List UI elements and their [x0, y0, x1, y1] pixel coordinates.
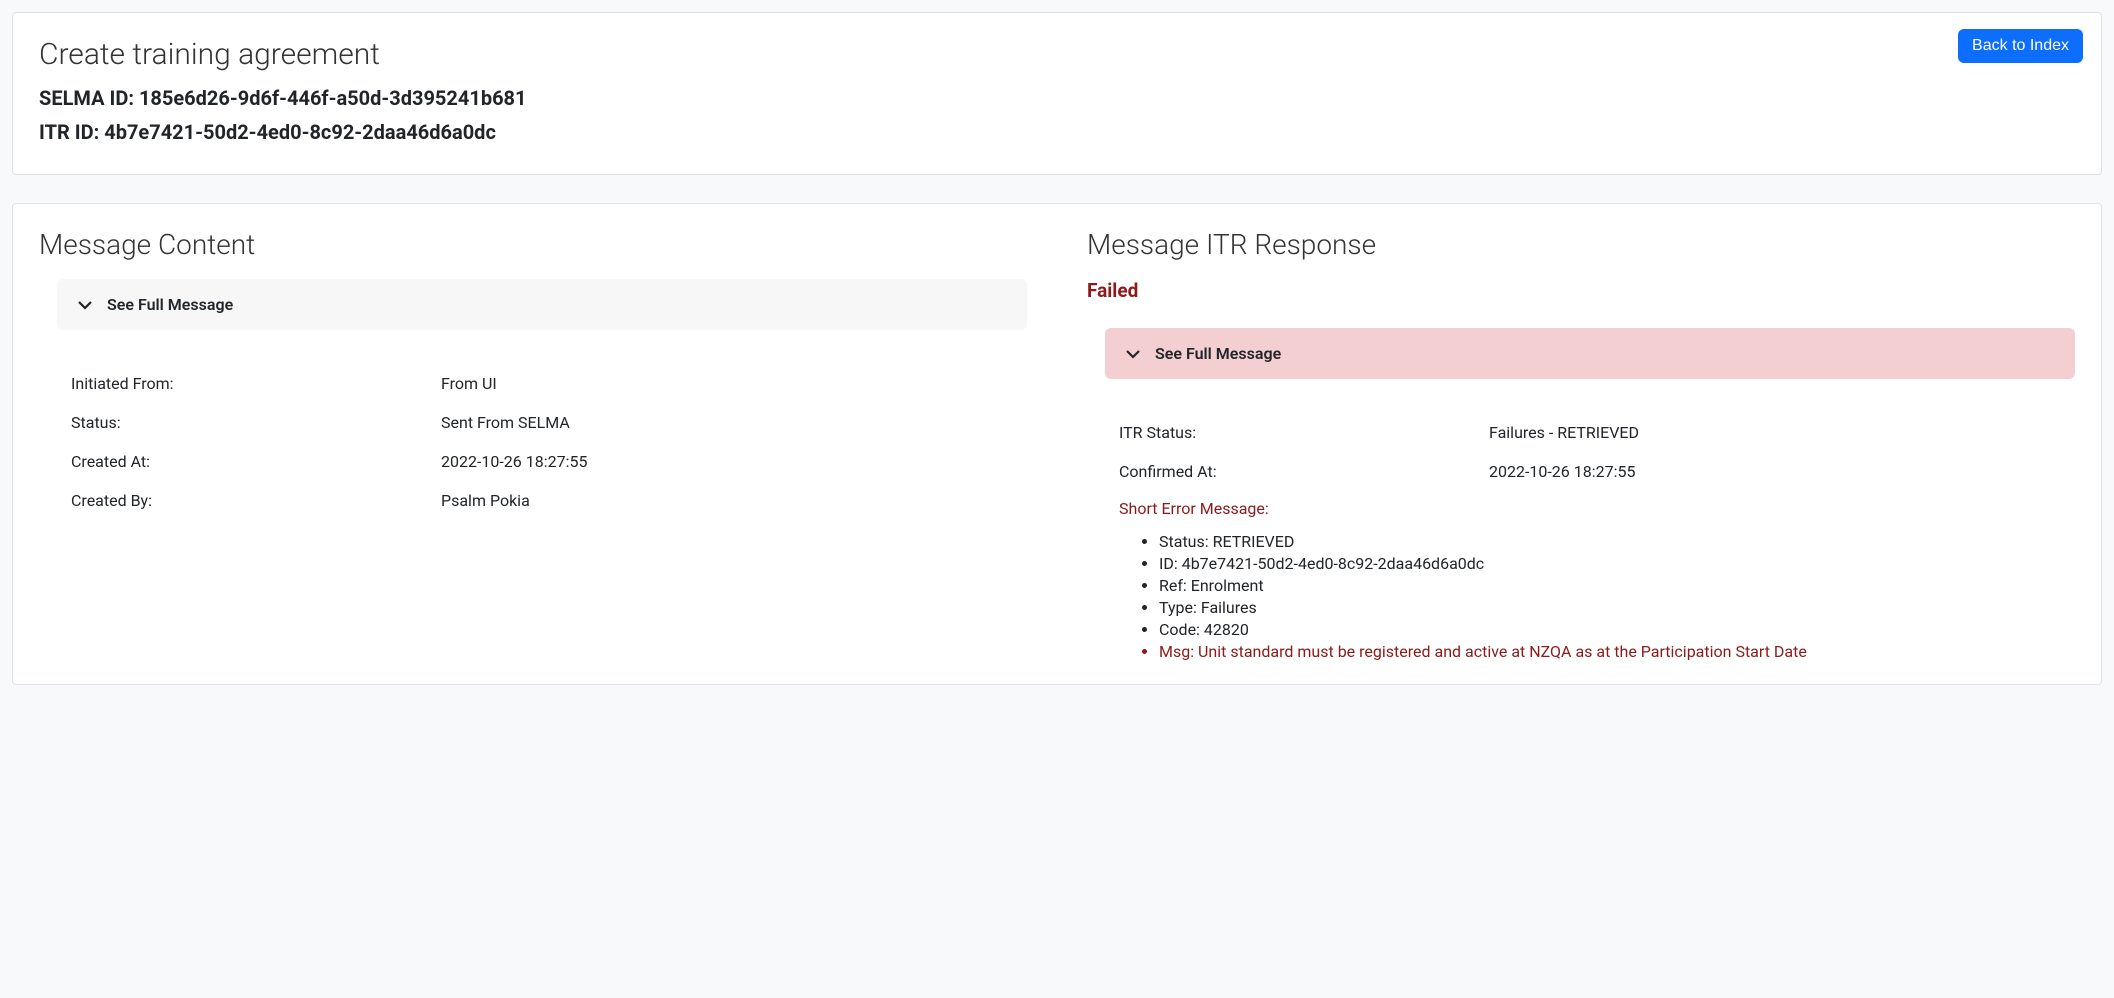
detail-row: Created At: 2022-10-26 18:27:55	[39, 442, 1027, 481]
error-item-ref: Ref: Enrolment	[1159, 576, 2075, 595]
accordion-label: See Full Message	[107, 295, 233, 314]
created-by-value: Psalm Pokia	[441, 491, 1027, 510]
detail-row: Created By: Psalm Pokia	[39, 481, 1027, 520]
error-item-id: ID: 4b7e7421-50d2-4ed0-8c92-2daa46d6a0dc	[1159, 554, 2075, 573]
itr-id-line: ITR ID: 4b7e7421-50d2-4ed0-8c92-2daa46d6…	[39, 120, 2075, 144]
error-item-code: Code: 42820	[1159, 620, 2075, 639]
created-by-label: Created By:	[71, 491, 441, 510]
confirmed-at-value: 2022-10-26 18:27:55	[1489, 462, 2075, 481]
accordion-label: See Full Message	[1155, 344, 1281, 363]
body-card: Message Content See Full Message Initiat…	[12, 203, 2102, 685]
selma-id-value: 185e6d26-9d6f-446f-a50d-3d395241b681	[139, 86, 527, 110]
detail-row: ITR Status: Failures - RETRIEVED	[1087, 413, 2075, 452]
page-title: Create training agreement	[39, 37, 2075, 72]
itr-id-value: 4b7e7421-50d2-4ed0-8c92-2daa46d6a0dc	[104, 120, 496, 144]
initiated-from-label: Initiated From:	[71, 374, 441, 393]
failed-badge: Failed	[1087, 279, 2075, 302]
chevron-down-icon	[77, 297, 93, 313]
error-item-type: Type: Failures	[1159, 598, 2075, 617]
itr-id-label: ITR ID:	[39, 120, 99, 144]
created-at-label: Created At:	[71, 452, 441, 471]
short-error-message-label: Short Error Message:	[1119, 499, 2075, 518]
message-itr-response-column: Message ITR Response Failed See Full Mes…	[1087, 228, 2075, 664]
status-value: Sent From SELMA	[441, 413, 1027, 432]
chevron-down-icon	[1125, 346, 1141, 362]
see-full-message-accordion[interactable]: See Full Message	[57, 279, 1027, 330]
message-itr-response-title: Message ITR Response	[1087, 228, 2075, 261]
selma-id-label: SELMA ID:	[39, 86, 134, 110]
status-label: Status:	[71, 413, 441, 432]
created-at-value: 2022-10-26 18:27:55	[441, 452, 1027, 471]
detail-row: Initiated From: From UI	[39, 364, 1027, 403]
error-item-status: Status: RETRIEVED	[1159, 532, 2075, 551]
message-content-title: Message Content	[39, 228, 1027, 261]
detail-row: Status: Sent From SELMA	[39, 403, 1027, 442]
error-item-msg: Msg: Unit standard must be registered an…	[1159, 642, 2075, 661]
confirmed-at-label: Confirmed At:	[1119, 462, 1489, 481]
header-card: Back to Index Create training agreement …	[12, 12, 2102, 175]
message-content-column: Message Content See Full Message Initiat…	[39, 228, 1027, 664]
detail-row: Confirmed At: 2022-10-26 18:27:55	[1087, 452, 2075, 491]
back-to-index-button[interactable]: Back to Index	[1958, 29, 2083, 63]
itr-status-label: ITR Status:	[1119, 423, 1489, 442]
error-list: Status: RETRIEVED ID: 4b7e7421-50d2-4ed0…	[1087, 532, 2075, 661]
initiated-from-value: From UI	[441, 374, 1027, 393]
see-full-message-accordion-error[interactable]: See Full Message	[1105, 328, 2075, 379]
itr-status-value: Failures - RETRIEVED	[1489, 423, 2075, 442]
selma-id-line: SELMA ID: 185e6d26-9d6f-446f-a50d-3d3952…	[39, 86, 2075, 110]
